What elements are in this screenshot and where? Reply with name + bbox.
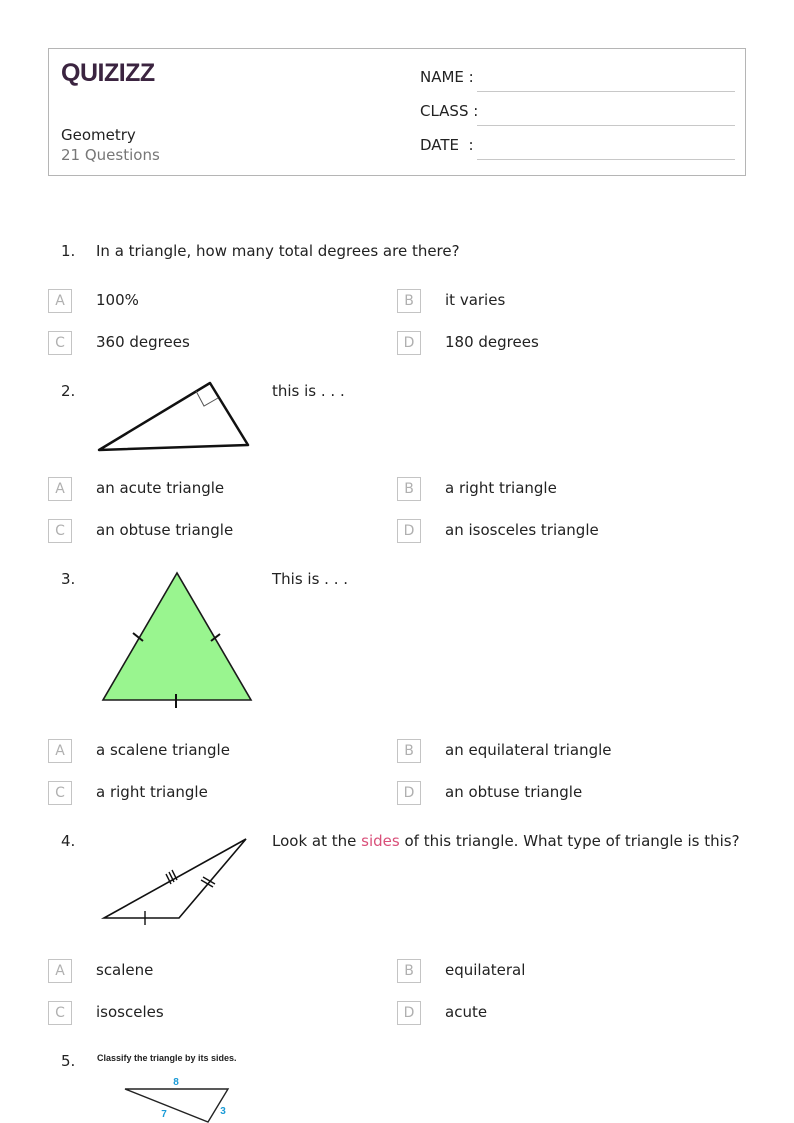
date-field[interactable]: DATE :	[420, 136, 735, 160]
class-line[interactable]	[477, 125, 735, 126]
date-label: DATE :	[420, 136, 474, 154]
question-text-end: of this triangle. What type of triangle …	[399, 832, 740, 850]
option-letter: A	[48, 477, 72, 501]
scalene-triangle-figure	[100, 838, 247, 925]
figure-caption: Classify the triangle by its sides.	[97, 1053, 237, 1063]
option-letter: A	[48, 289, 72, 313]
highlighted-word: sides	[361, 832, 400, 850]
option-text: an acute triangle	[96, 479, 225, 497]
question-text: Look at the sides of this triangle. What…	[272, 832, 740, 850]
equilateral-triangle-figure	[101, 571, 253, 708]
question-number: 1.	[61, 242, 76, 260]
side-label-right: 3	[220, 1106, 226, 1117]
name-line[interactable]	[477, 91, 735, 92]
option-letter: D	[397, 781, 421, 805]
option-text: an obtuse triangle	[96, 521, 234, 539]
option-text: acute	[445, 1003, 488, 1021]
option-text: it varies	[445, 291, 506, 309]
option-text: an equilateral triangle	[445, 741, 612, 759]
question-text-start: Look at the	[272, 832, 362, 850]
option-letter: D	[397, 331, 421, 355]
triangle-shape	[100, 838, 247, 919]
worksheet-header: QUIZIZZ Geometry 21 Questions NAME : CLA…	[48, 48, 746, 176]
question-text: In a triangle, how many total degrees ar…	[96, 242, 460, 260]
name-field[interactable]: NAME :	[420, 68, 735, 92]
option-letter: C	[48, 519, 72, 543]
triangle-shape	[101, 571, 253, 701]
option-letter: C	[48, 781, 72, 805]
question-number: 5.	[61, 1052, 76, 1070]
option-letter: A	[48, 739, 72, 763]
option-text: an obtuse triangle	[445, 783, 583, 801]
option-text: a scalene triangle	[96, 741, 230, 759]
option-text: 100%	[96, 291, 139, 309]
option-letter: B	[397, 959, 421, 983]
option-letter: C	[48, 331, 72, 355]
name-label: NAME :	[420, 68, 474, 86]
question-number: 3.	[61, 570, 76, 588]
question-number: 2.	[61, 382, 76, 400]
option-text: isosceles	[96, 1003, 164, 1021]
date-line[interactable]	[477, 159, 735, 160]
side-length-triangle-figure: 8 7 3	[124, 1077, 230, 1123]
option-letter: B	[397, 289, 421, 313]
option-letter: C	[48, 1001, 72, 1025]
question-text: This is . . .	[272, 570, 349, 588]
quizizz-logo: QUIZIZZ	[61, 59, 155, 87]
question-number: 4.	[61, 832, 76, 850]
triangle-shape	[97, 381, 250, 452]
option-text: 360 degrees	[96, 333, 190, 351]
triangle-shape	[124, 1088, 230, 1123]
class-label: CLASS :	[420, 102, 479, 120]
quiz-title: Geometry	[61, 126, 136, 144]
option-text: equilateral	[445, 961, 526, 979]
option-letter: D	[397, 519, 421, 543]
side-label-left: 7	[161, 1109, 167, 1120]
option-letter: D	[397, 1001, 421, 1025]
right-triangle-figure	[97, 381, 250, 452]
option-text: an isosceles triangle	[445, 521, 599, 539]
option-text: a right triangle	[445, 479, 557, 497]
option-letter: B	[397, 477, 421, 501]
option-text: a right triangle	[96, 783, 208, 801]
option-letter: A	[48, 959, 72, 983]
option-text: scalene	[96, 961, 154, 979]
question-text: this is . . .	[272, 382, 345, 400]
option-letter: B	[397, 739, 421, 763]
option-text: 180 degrees	[445, 333, 539, 351]
side-label-top: 8	[173, 1077, 179, 1088]
question-count: 21 Questions	[61, 146, 160, 164]
class-field[interactable]: CLASS :	[420, 102, 735, 126]
